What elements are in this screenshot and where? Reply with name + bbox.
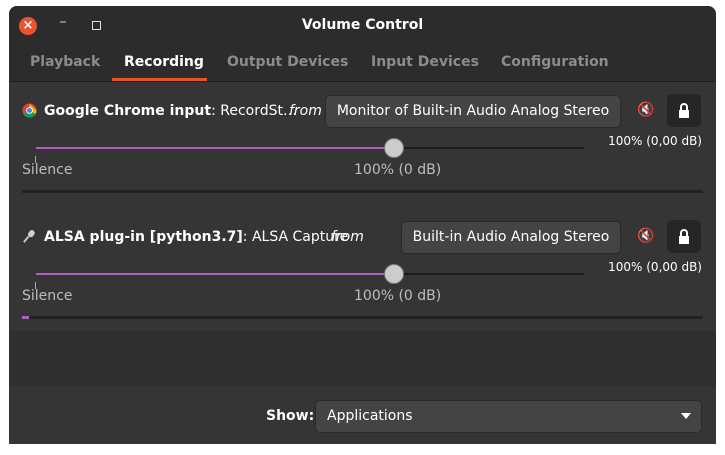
lock-channels-button[interactable] — [667, 220, 701, 253]
unity-volume-label: 100% (0 dB) — [354, 162, 442, 178]
lock-icon — [679, 103, 689, 118]
tab-recording[interactable]: Recording — [124, 54, 204, 70]
stream-name: ALSA plug-in [python3.7]: ALSA Capture — [44, 229, 348, 245]
device-selector-button[interactable]: Built-in Audio Analog Stereo — [401, 221, 621, 254]
volume-readout: 100% (0,00 dB) — [608, 260, 702, 274]
title-bar: × – Volume Control — [9, 6, 716, 44]
volume-readout: 100% (0,00 dB) — [608, 134, 702, 148]
window-title: Volume Control — [301, 17, 424, 33]
stream-detail: : RecordSt… — [211, 103, 298, 119]
volume-slider-knob[interactable] — [384, 264, 405, 284]
from-label: from — [289, 103, 322, 119]
silence-label: Silence — [22, 162, 73, 178]
device-selector-button[interactable]: Monitor of Built-in Audio Analog Stereo — [325, 95, 621, 128]
mute-icon[interactable]: 🔇 — [637, 102, 655, 120]
dropdown-arrow-icon — [681, 413, 691, 419]
silence-label: Silence — [22, 288, 73, 304]
volume-control-window: × – Volume Control Playback Recording Ou… — [9, 6, 716, 444]
volume-slider-knob[interactable] — [384, 138, 405, 158]
level-meter — [22, 190, 703, 193]
footer: Show: Applications — [9, 386, 716, 444]
tab-configuration[interactable]: Configuration — [501, 54, 609, 70]
microphone-icon — [23, 230, 35, 243]
volume-slider[interactable] — [36, 138, 584, 158]
from-label: from — [331, 229, 364, 245]
tab-playback[interactable]: Playback — [30, 54, 100, 70]
volume-slider-fill — [36, 273, 395, 275]
volume-slider-fill — [36, 147, 395, 149]
chrome-icon — [22, 103, 37, 118]
show-filter-value: Applications — [327, 408, 413, 424]
stream-name: Google Chrome input: RecordSt… — [44, 103, 297, 119]
unity-volume-label: 100% (0 dB) — [354, 288, 442, 304]
active-tab-indicator — [112, 78, 207, 81]
show-label: Show: — [266, 408, 315, 424]
mute-icon[interactable]: 🔇 — [637, 228, 655, 246]
level-meter-fill — [22, 316, 29, 319]
stream-app-name: Google Chrome input — [44, 103, 212, 119]
tab-bar: Playback Recording Output Devices Input … — [9, 44, 716, 82]
tab-input-devices[interactable]: Input Devices — [371, 54, 479, 70]
stream-app-name: ALSA plug-in [python3.7] — [44, 229, 243, 245]
level-meter — [22, 316, 703, 319]
lock-channels-button[interactable] — [667, 94, 701, 127]
volume-slider[interactable] — [36, 264, 584, 284]
empty-stream-area — [9, 331, 716, 386]
lock-icon — [679, 229, 689, 244]
show-filter-dropdown[interactable]: Applications — [315, 400, 702, 433]
tab-output-devices[interactable]: Output Devices — [227, 54, 348, 70]
